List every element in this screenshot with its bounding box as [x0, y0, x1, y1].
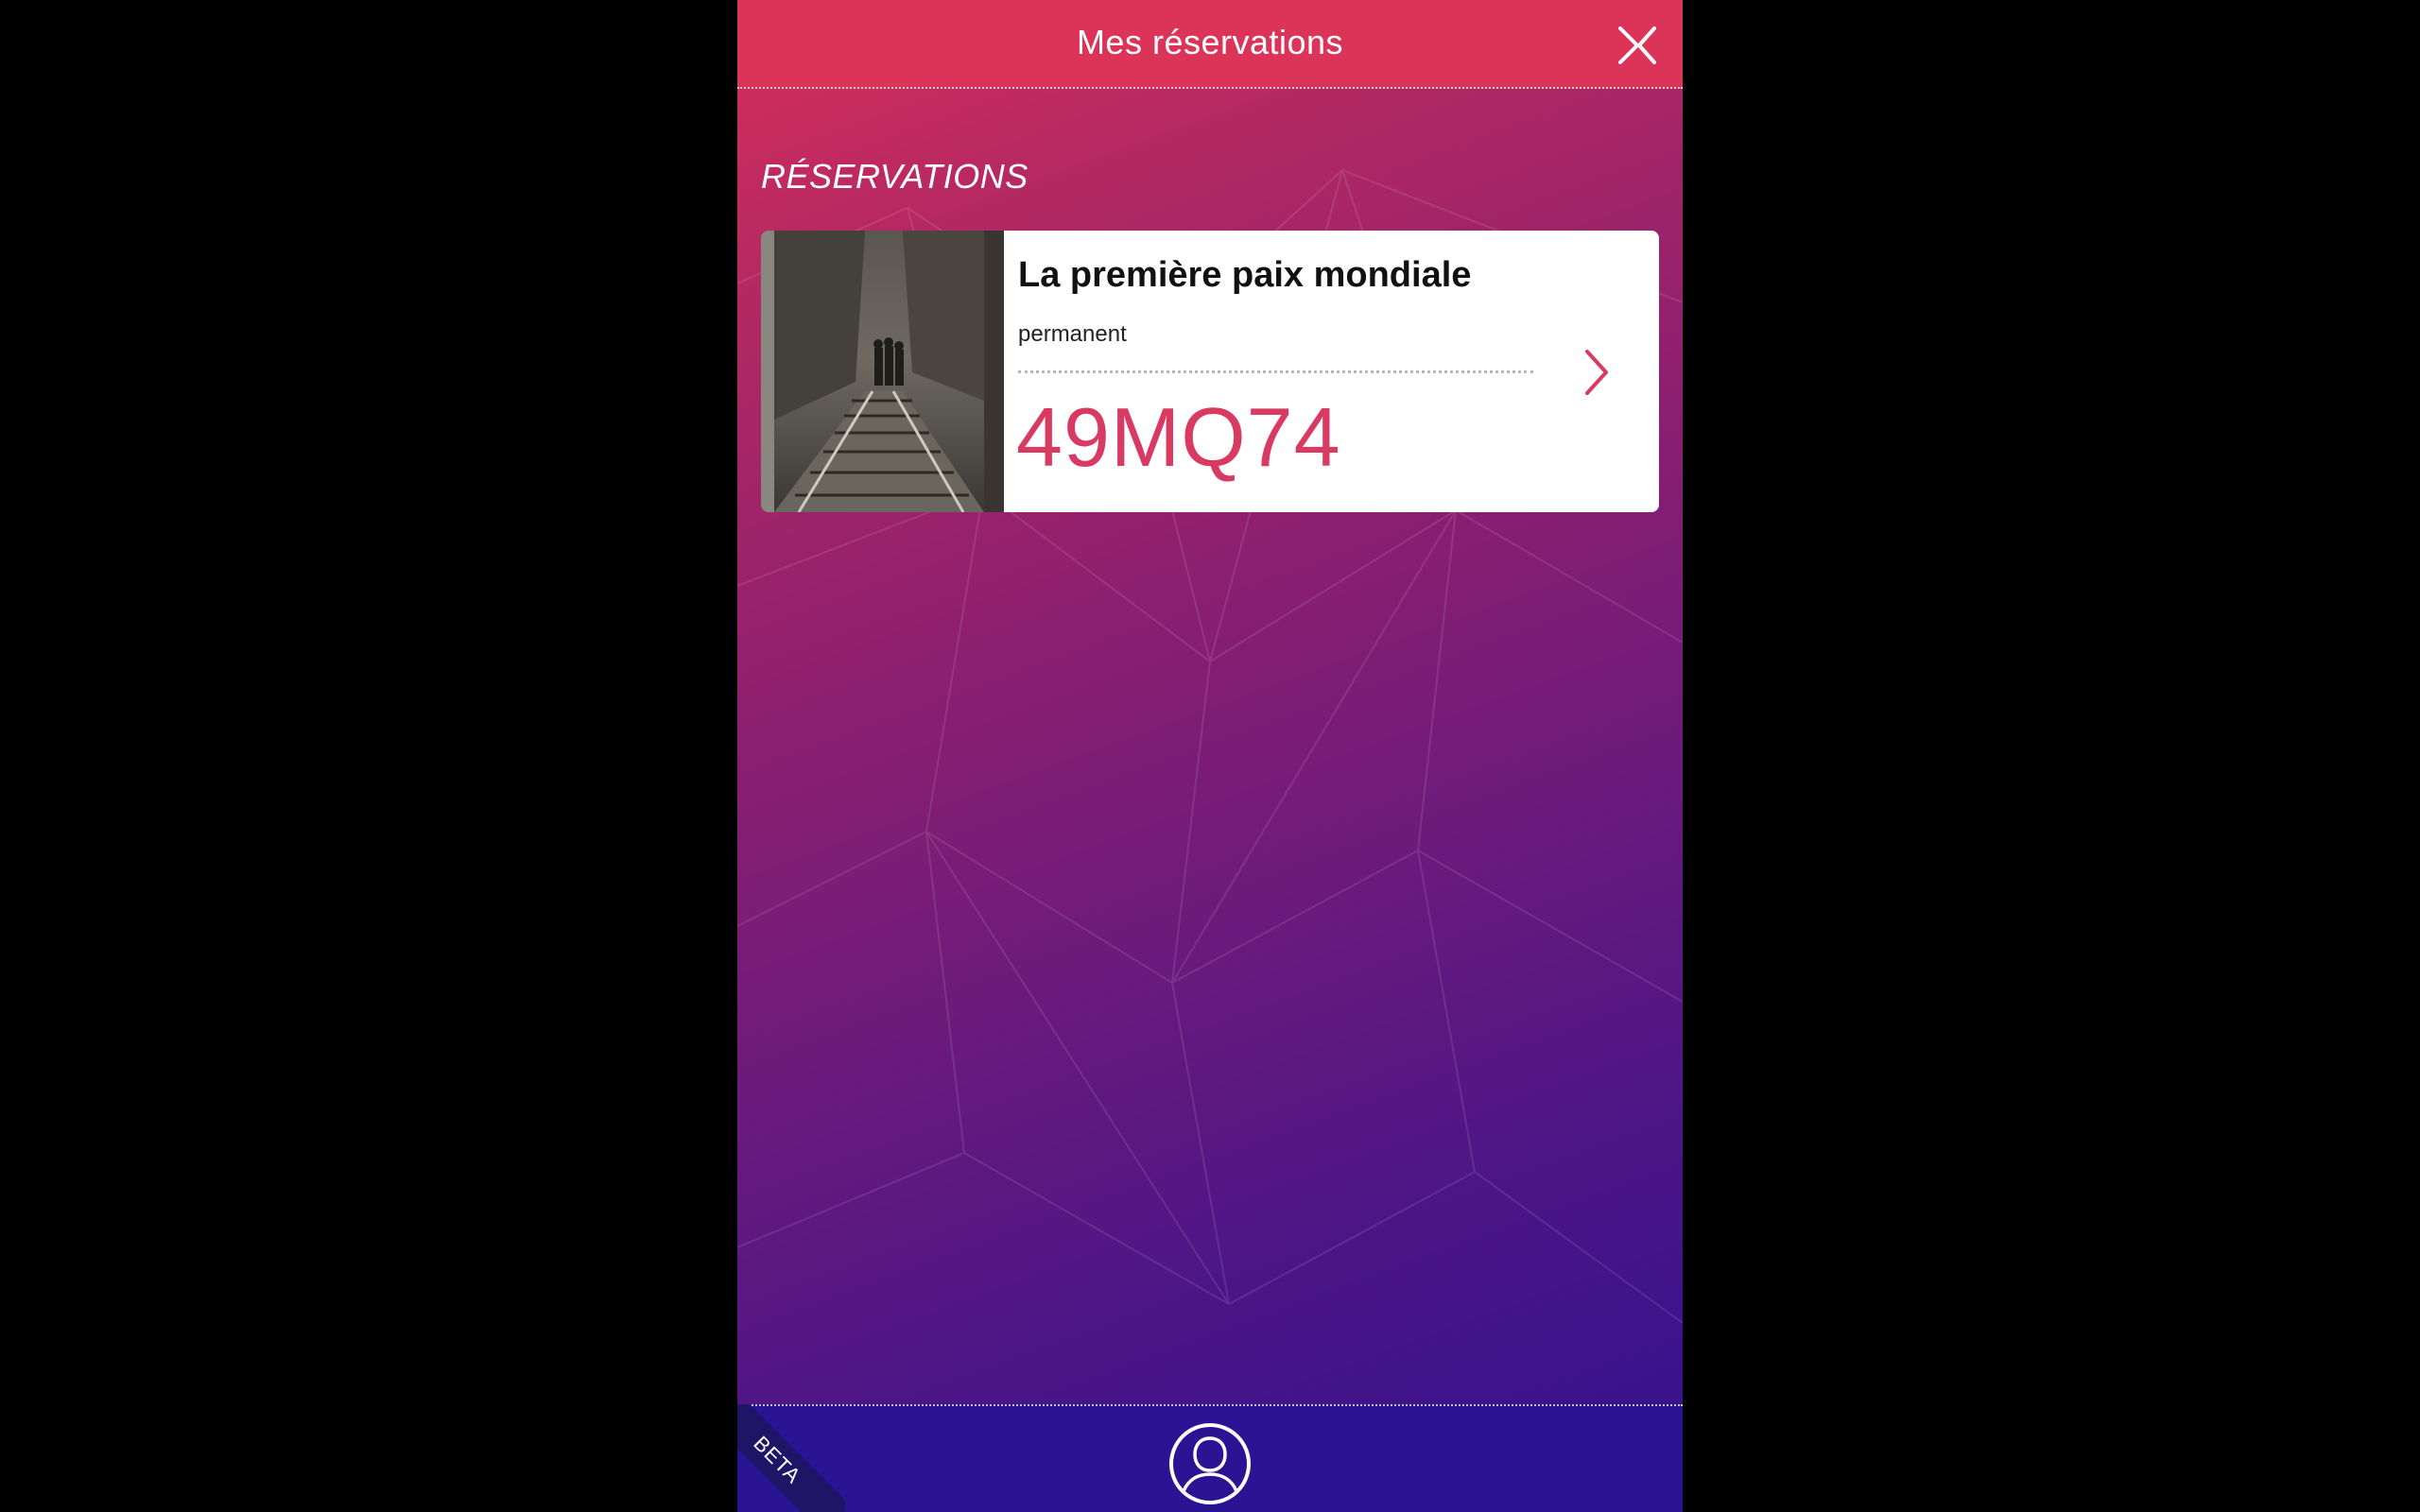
card-divider — [1018, 370, 1533, 373]
background-pattern — [737, 168, 1683, 1324]
reservation-type: permanent — [1018, 321, 1127, 347]
close-icon — [1618, 26, 1656, 64]
app-window: Mes réservations RÉSERVATIONS La premièr… — [737, 0, 1683, 1512]
open-reservation-button[interactable] — [1583, 348, 1610, 397]
reservation-title: La première paix mondiale — [1018, 255, 1472, 295]
beta-band: BETA — [737, 1404, 845, 1512]
railway-photo-image — [761, 231, 1004, 512]
close-button[interactable] — [1616, 25, 1658, 66]
chevron-right-icon — [1585, 350, 1608, 395]
user-profile-icon — [1169, 1423, 1251, 1504]
reservation-code: 49MQ74 — [1016, 390, 1341, 484]
app-header: Mes réservations — [737, 0, 1683, 89]
beta-ribbon: BETA — [737, 1404, 845, 1512]
section-title: RÉSERVATIONS — [761, 157, 1028, 196]
beta-label: BETA — [749, 1431, 806, 1488]
reservation-card[interactable]: La première paix mondiale permanent 49MQ… — [761, 231, 1659, 512]
reservation-thumbnail — [761, 231, 1004, 512]
screen-background: Mes réservations RÉSERVATIONS La premièr… — [0, 0, 2420, 1512]
profile-button[interactable] — [1167, 1421, 1253, 1506]
page-title: Mes réservations — [1076, 23, 1344, 61]
bottom-bar — [737, 1404, 1683, 1512]
